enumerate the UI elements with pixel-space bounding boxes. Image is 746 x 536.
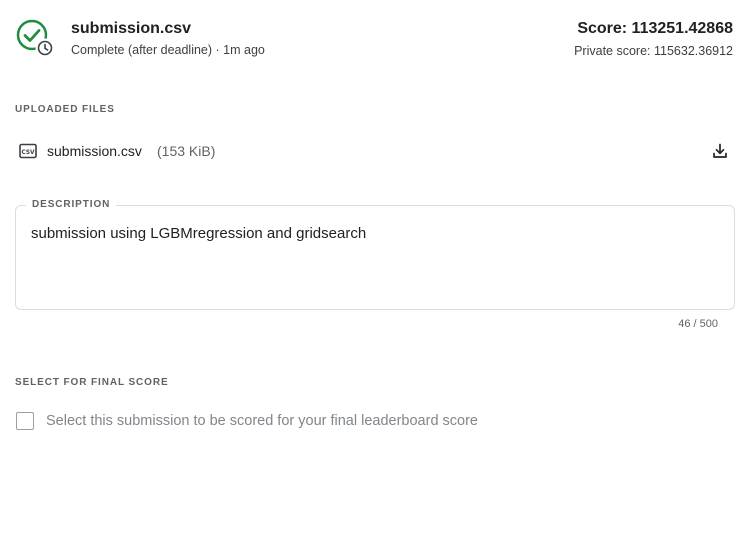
submission-status: Complete (after deadline) · 1m ago xyxy=(71,43,265,57)
uploaded-file-name: submission.csv xyxy=(47,143,142,159)
uploaded-files-label: UPLOADED FILES xyxy=(15,104,115,115)
description-text[interactable]: submission using LGBMregression and grid… xyxy=(31,225,366,242)
description-char-count: 46 / 500 xyxy=(678,318,718,330)
uploaded-file-size: (153 KiB) xyxy=(157,143,216,159)
private-score: Private score: 115632.36912 xyxy=(574,44,733,58)
submission-header: submission.csv Complete (after deadline)… xyxy=(15,16,735,62)
final-score-row[interactable]: Select this submission to be scored for … xyxy=(15,411,735,433)
score-block: Score: 113251.42868 Private score: 11563… xyxy=(574,20,733,58)
csv-icon-text: CSV xyxy=(21,150,35,156)
description-legend: DESCRIPTION xyxy=(26,199,117,210)
download-icon[interactable] xyxy=(711,142,729,160)
description-field[interactable]: DESCRIPTION submission using LGBMregress… xyxy=(15,199,735,310)
submission-detail-panel: submission.csv Complete (after deadline)… xyxy=(0,0,746,536)
submission-file-name: submission.csv xyxy=(71,20,192,37)
uploaded-file-row: CSV submission.csv (153 KiB) xyxy=(15,138,735,164)
final-score-label: SELECT FOR FINAL SCORE xyxy=(15,377,169,388)
csv-file-icon: CSV xyxy=(19,143,37,159)
final-score-checkbox-label[interactable]: Select this submission to be scored for … xyxy=(46,413,478,429)
public-score: Score: 113251.42868 xyxy=(577,20,733,37)
check-with-clock-icon xyxy=(16,19,55,58)
final-score-checkbox[interactable] xyxy=(16,412,34,430)
